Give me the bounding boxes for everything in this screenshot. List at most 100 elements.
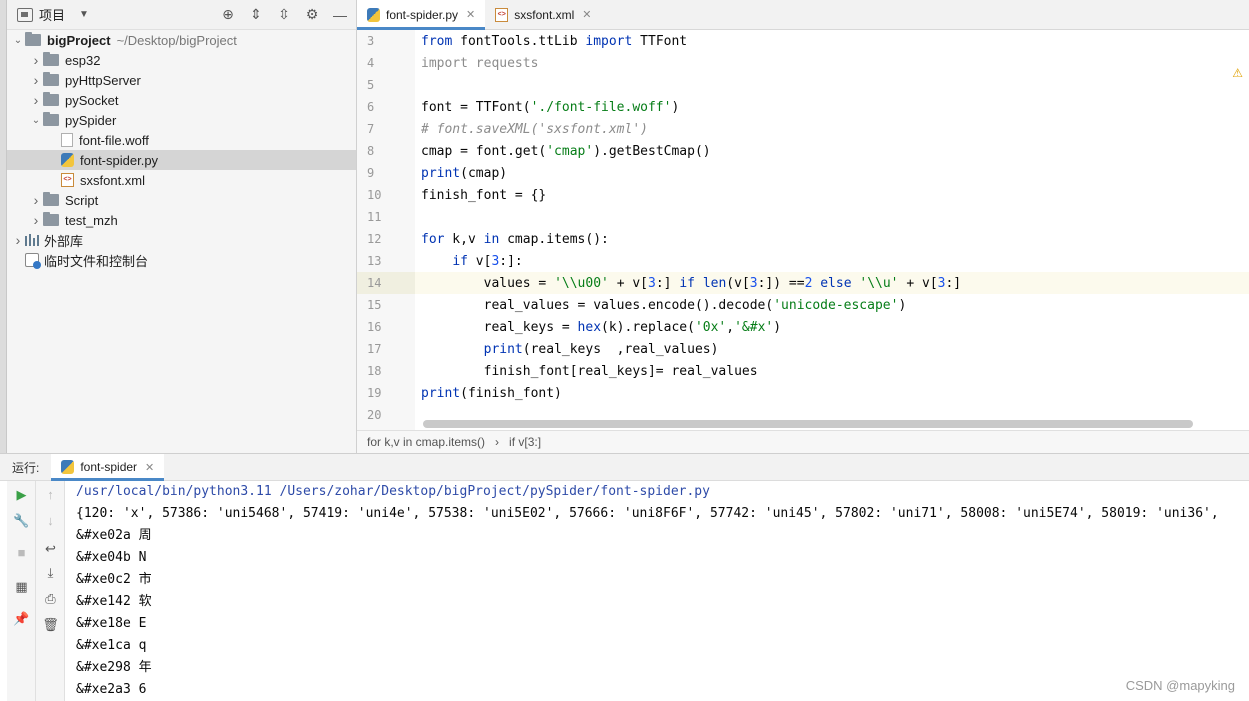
code-line[interactable]: 17 print(real_keys ,real_values)	[357, 338, 1249, 360]
code-token: if	[679, 275, 695, 291]
code-line[interactable]: 12 for k,v in cmap.items():	[357, 228, 1249, 250]
code-line[interactable]: 18 finish_font[real_keys]= real_values	[357, 360, 1249, 382]
breadcrumb-item[interactable]: if v[3:]	[509, 435, 541, 449]
chevron-right-icon[interactable]: ›	[29, 192, 43, 208]
close-icon[interactable]: ✕	[582, 8, 591, 21]
code-text: print(cmap)	[415, 166, 507, 181]
run-tab[interactable]: font-spider ✕	[51, 454, 165, 481]
tree-item[interactable]: › Script	[7, 190, 356, 210]
code-line[interactable]: 13 if v[3:]:	[357, 250, 1249, 272]
console-output[interactable]: /usr/local/bin/python3.11 /Users/zohar/D…	[76, 481, 1249, 701]
code-token: :]:	[499, 253, 523, 269]
code-token: :]	[945, 275, 962, 291]
chevron-down-icon[interactable]: ▼	[79, 9, 89, 20]
code-line[interactable]: 4 import requests	[357, 52, 1249, 74]
tree-item[interactable]: <> sxsfont.xml	[7, 170, 356, 190]
code-line[interactable]: 19 print(finish_font)	[357, 382, 1249, 404]
code-token: # font.saveXML('sxsfont.xml')	[421, 121, 648, 137]
chevron-right-icon[interactable]: ›	[29, 212, 43, 228]
code-text: cmap = font.get('cmap').getBestCmap()	[415, 144, 711, 159]
code-token: :]) ==	[757, 275, 805, 291]
code-line[interactable]: 10 finish_font = {}	[357, 184, 1249, 206]
chevron-right-icon[interactable]: ›	[29, 72, 43, 88]
tree-item[interactable]: ⌄ pySpider	[7, 110, 356, 130]
chevron-right-icon[interactable]: ›	[11, 232, 25, 248]
tree-item[interactable]: font-file.woff	[7, 130, 356, 150]
breadcrumb: for k,v in cmap.items() › if v[3:]	[357, 430, 1249, 453]
code-line[interactable]: 11	[357, 206, 1249, 228]
arrow-up-icon[interactable]: ↑	[36, 484, 65, 506]
line-number: 7	[357, 118, 415, 140]
code-token: '\\u00'	[554, 275, 609, 291]
project-toolbar: ⊕ ⇕ ⇳ ⚙ —	[220, 6, 356, 23]
tree-item-label: font-file.woff	[79, 132, 149, 148]
code-line[interactable]: 9 print(cmap)	[357, 162, 1249, 184]
arrow-down-icon[interactable]: ↓	[36, 510, 65, 532]
tab-sxsfont-xml[interactable]: <> sxsfont.xml ✕	[485, 0, 601, 29]
code-token: ,	[726, 319, 735, 335]
python-file-icon	[61, 153, 74, 167]
tree-item-label: font-spider.py	[80, 152, 159, 168]
tree-item[interactable]: › pyHttpServer	[7, 70, 356, 90]
close-icon[interactable]: ✕	[466, 8, 475, 21]
locate-file-icon[interactable]: ⊕	[220, 6, 236, 23]
code-token: cmap = font.get(	[421, 143, 547, 159]
tree-item[interactable]: › test_mzh	[7, 210, 356, 230]
code-line[interactable]: 8 cmap = font.get('cmap').getBestCmap()	[357, 140, 1249, 162]
code-line[interactable]: 3 from fontTools.ttLib import TTFont	[357, 30, 1249, 52]
wrench-icon[interactable]: 🔧	[7, 510, 36, 532]
code-line[interactable]: 5	[357, 74, 1249, 96]
code-token: print	[483, 341, 523, 357]
console-line: &#xe02a 周	[76, 528, 152, 543]
code-editor[interactable]: ⚠ 3 from fontTools.ttLib import TTFont 4 im…	[357, 30, 1249, 430]
tree-item-label: esp32	[65, 52, 101, 68]
run-panel: ▶ 🔧 ■ ▦ 📌 ↑ ↓ ↩ ⤓ ⎙ 🗑 /usr/local/bin/pyt…	[0, 481, 1249, 701]
breadcrumb-item[interactable]: for k,v in cmap.items()	[367, 435, 485, 449]
tree-item[interactable]: font-spider.py	[7, 150, 356, 170]
code-token: import	[585, 33, 633, 49]
stop-icon[interactable]: ■	[7, 542, 36, 564]
chevron-right-icon[interactable]: ›	[29, 52, 43, 68]
tree-item[interactable]: ⌄ bigProject ~/Desktop/bigProject	[7, 30, 356, 50]
console-line: {120: 'x', 57386: 'uni5468', 57419: 'uni…	[76, 506, 1219, 521]
chevron-down-icon[interactable]: ⌄	[29, 115, 43, 126]
code-line[interactable]: 15 real_values = values.encode().decode(…	[357, 294, 1249, 316]
project-view-icon	[17, 7, 33, 22]
layout-icon[interactable]: ▦	[7, 576, 36, 598]
code-token: print	[421, 385, 461, 401]
code-line[interactable]: 14 values = '\\u00' + v[3:] if len(v[3:]…	[357, 272, 1249, 294]
line-number: 20	[357, 404, 415, 426]
collapse-all-icon[interactable]: ⇳	[276, 6, 292, 23]
hide-panel-icon[interactable]: —	[332, 7, 348, 23]
scroll-to-end-icon[interactable]: ⤓	[36, 562, 65, 584]
rerun-icon[interactable]: ▶	[7, 484, 36, 506]
trash-icon[interactable]: 🗑	[36, 614, 65, 636]
folder-icon	[43, 52, 59, 66]
expand-all-icon[interactable]: ⇕	[248, 6, 264, 23]
chevron-right-icon[interactable]: ›	[29, 92, 43, 108]
print-icon[interactable]: ⎙	[36, 588, 65, 610]
run-toolbar-secondary: ↑ ↓ ↩ ⤓ ⎙ 🗑	[36, 481, 65, 701]
code-line[interactable]: 16 real_keys = hex(k).replace('0x','&#x'…	[357, 316, 1249, 338]
tree-item[interactable]: 临时文件和控制台	[7, 250, 356, 270]
folder-icon	[43, 112, 59, 126]
line-number: 14	[357, 272, 415, 294]
horizontal-scrollbar[interactable]	[423, 420, 1193, 428]
soft-wrap-icon[interactable]: ↩	[36, 538, 65, 560]
tree-item[interactable]: › pySocket	[7, 90, 356, 110]
chevron-down-icon[interactable]: ⌄	[11, 35, 25, 46]
tree-item[interactable]: › esp32	[7, 50, 356, 70]
tree-item[interactable]: › 外部库	[7, 230, 356, 250]
project-panel-title[interactable]: 项目	[39, 5, 65, 24]
code-token: in	[483, 231, 500, 247]
code-line[interactable]: 6 font = TTFont('./font-file.woff')	[357, 96, 1249, 118]
tab-font-spider-py[interactable]: font-spider.py ✕	[357, 0, 486, 30]
close-icon[interactable]: ✕	[145, 461, 154, 474]
pin-icon[interactable]: 📌	[7, 608, 36, 630]
console-line: &#xe1ca q	[76, 638, 147, 653]
gear-icon[interactable]: ⚙	[304, 6, 320, 23]
code-line[interactable]: 7 # font.saveXML('sxsfont.xml')	[357, 118, 1249, 140]
